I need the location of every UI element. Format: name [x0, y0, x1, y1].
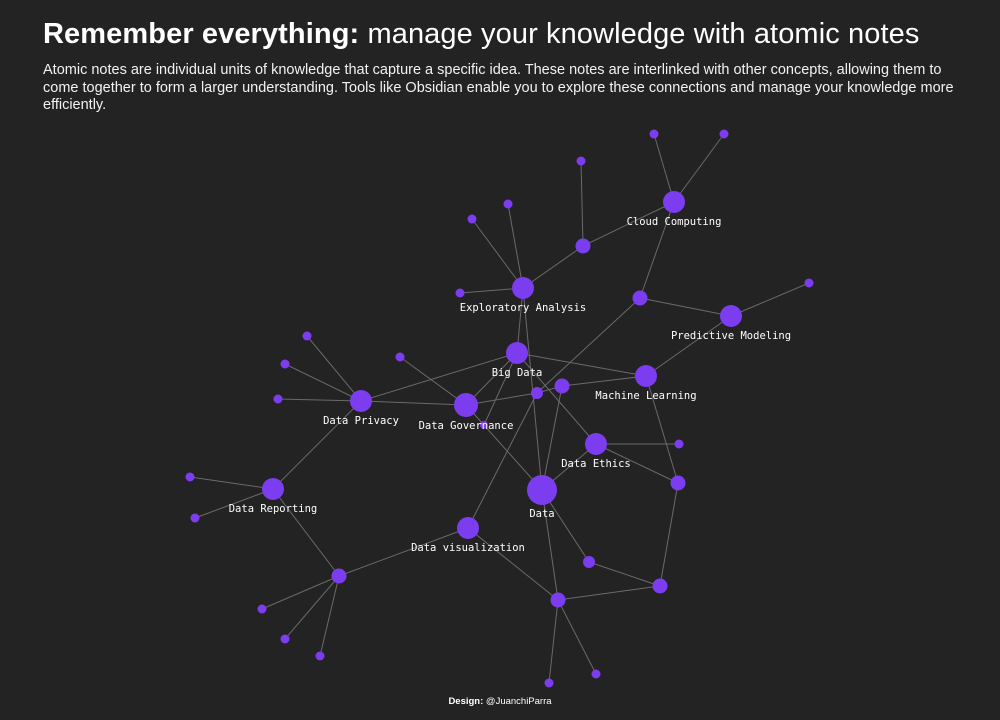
node-small[interactable]: [467, 214, 477, 224]
edge-governance-s12: [399, 356, 467, 406]
edge-exploratory-s5: [507, 203, 524, 289]
node-label-predictive: Predictive Modeling: [671, 330, 791, 342]
edge-s14-visualization: [467, 392, 538, 529]
credit-handle: @JuanchiParra: [485, 696, 552, 707]
node-ml[interactable]: [635, 365, 657, 387]
edge-privacy-s10: [306, 335, 362, 402]
edge-bigdata-s29: [483, 352, 518, 426]
edge-s23-s27: [557, 599, 597, 675]
node-small[interactable]: [257, 604, 267, 614]
edge-privacy-s13: [277, 398, 362, 402]
node-label-governance: Data Governance: [419, 420, 514, 432]
node-small[interactable]: [302, 331, 312, 341]
edge-s15-data: [541, 385, 563, 491]
edge-s21-s24: [261, 575, 340, 610]
edge-s23-s22: [557, 585, 661, 601]
edge-s23-s28: [548, 599, 559, 684]
edge-privacy-governance: [360, 400, 467, 406]
node-small[interactable]: [331, 568, 347, 584]
node-data[interactable]: [527, 475, 557, 505]
node-label-visualization: Data visualization: [411, 542, 525, 554]
design-credit: Design: @JuanchiParra: [0, 696, 1000, 707]
node-small[interactable]: [190, 513, 200, 523]
edge-s8-predictive: [639, 297, 732, 317]
node-label-ml: Machine Learning: [595, 390, 696, 402]
node-small[interactable]: [455, 288, 465, 298]
edge-data-s23: [541, 489, 559, 601]
node-predictive[interactable]: [720, 305, 742, 327]
node-small[interactable]: [185, 472, 195, 482]
edge-reporting-s18: [189, 476, 274, 490]
node-label-bigdata: Big Data: [492, 367, 543, 379]
node-small[interactable]: [550, 592, 566, 608]
node-visualization[interactable]: [457, 517, 479, 539]
node-label-cloud: Cloud Computing: [627, 216, 722, 228]
node-label-ethics: Data Ethics: [561, 458, 631, 470]
node-small[interactable]: [503, 199, 513, 209]
node-small[interactable]: [719, 129, 729, 139]
node-ethics[interactable]: [585, 433, 607, 455]
node-small[interactable]: [591, 669, 601, 679]
node-small[interactable]: [652, 578, 668, 594]
node-small[interactable]: [674, 439, 684, 449]
node-label-exploratory: Exploratory Analysis: [460, 302, 586, 314]
node-governance[interactable]: [454, 393, 478, 417]
node-label-reporting: Data Reporting: [229, 503, 318, 515]
edge-cloud-s2: [673, 133, 725, 203]
node-small[interactable]: [280, 359, 290, 369]
edge-s17-s22: [659, 482, 679, 587]
graph-labels: Cloud Computing Exploratory Analysis Predi…: [229, 216, 791, 554]
node-bigdata[interactable]: [506, 342, 528, 364]
node-small[interactable]: [554, 378, 570, 394]
node-label-data: Data: [529, 508, 554, 520]
node-small[interactable]: [531, 387, 543, 399]
node-small[interactable]: [575, 238, 591, 254]
edge-predictive-ml: [645, 315, 732, 377]
node-cloud[interactable]: [663, 191, 685, 213]
node-small[interactable]: [280, 634, 290, 644]
edge-visualization-s23: [467, 527, 559, 601]
knowledge-graph: Cloud Computing Exploratory Analysis Predi…: [185, 129, 814, 688]
node-small[interactable]: [632, 290, 648, 306]
node-privacy[interactable]: [350, 390, 372, 412]
edge-s15-ml: [561, 375, 647, 387]
edge-predictive-s9: [730, 282, 810, 317]
edge-s21-s25: [284, 575, 340, 640]
edge-exploratory-s4: [471, 218, 524, 289]
graph-nodes: [185, 129, 814, 688]
credit-label: Design:: [448, 696, 484, 707]
edge-s21-s26: [319, 575, 340, 657]
node-small[interactable]: [576, 156, 586, 166]
node-exploratory[interactable]: [512, 277, 534, 299]
edge-privacy-s11: [284, 363, 362, 402]
node-reporting[interactable]: [262, 478, 284, 500]
edge-s6-s3: [580, 160, 584, 247]
node-small[interactable]: [395, 352, 405, 362]
node-small[interactable]: [804, 278, 814, 288]
node-small[interactable]: [273, 394, 283, 404]
edge-governance-data: [465, 404, 543, 491]
edge-s20-s22: [588, 561, 661, 587]
node-small[interactable]: [544, 678, 554, 688]
node-small[interactable]: [583, 556, 595, 568]
node-small[interactable]: [670, 475, 686, 491]
node-label-privacy: Data Privacy: [323, 415, 399, 427]
node-small[interactable]: [315, 651, 325, 661]
node-small[interactable]: [649, 129, 659, 139]
